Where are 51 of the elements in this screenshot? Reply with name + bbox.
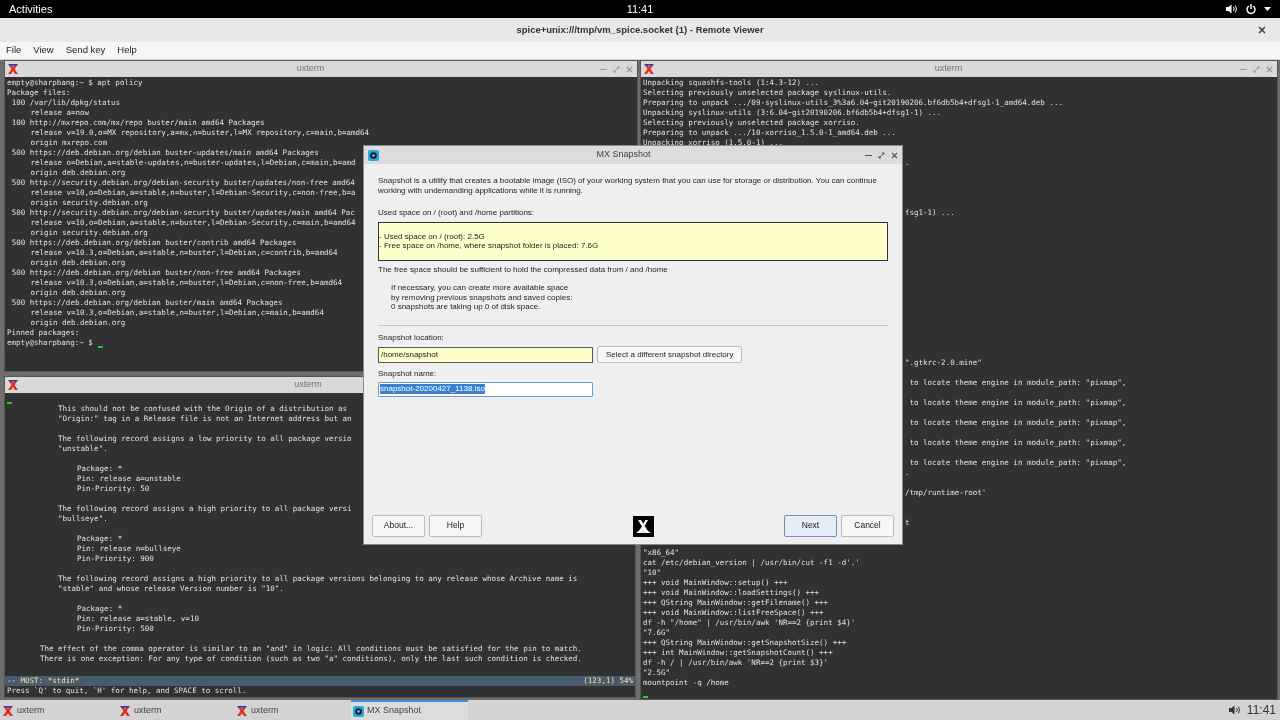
x-logo-icon [236, 705, 248, 717]
taskbar-item[interactable]: MX Snapshot [351, 700, 468, 720]
menu-item[interactable]: Send key [65, 43, 106, 58]
hint-line: If necessary, you can create more available space [391, 283, 570, 293]
menu-item[interactable]: Help [117, 43, 137, 58]
menu-item[interactable]: View [33, 43, 54, 58]
x-logo-icon [7, 379, 19, 391]
snapshot-name-field[interactable]: snapshot-20200427_1138.iso [378, 381, 593, 397]
hint-line: 0 snapshots are taking up 0 of disk space. [391, 302, 542, 312]
x-logo-icon [7, 63, 19, 75]
location-label: Snapshot location: [378, 332, 445, 342]
volume-icon[interactable] [1226, 4, 1238, 14]
power-icon[interactable] [1246, 3, 1256, 15]
hint-line: by removing previous snapshots and saved copies: [391, 292, 574, 302]
x-logo-icon [632, 515, 654, 537]
help-button[interactable]: Help [429, 515, 482, 537]
close-icon[interactable] [1258, 26, 1266, 34]
space-note: The free space should be sufficient to hold the compressed data from / and /home [378, 264, 669, 274]
about-button[interactable]: About... [372, 515, 425, 537]
taskbar-item[interactable]: uxterm [0, 700, 117, 720]
x-logo-icon [119, 705, 131, 717]
location-field[interactable]: /home/snapshot [378, 346, 593, 363]
dialog-title: MX Snapshot [595, 148, 652, 162]
x-logo-icon [2, 705, 14, 717]
close-icon[interactable] [891, 151, 898, 159]
next-button[interactable]: Next [784, 515, 837, 537]
name-label: Snapshot name: [378, 369, 438, 379]
intro-text: Snapshot is a utility that creates a bootable image (ISO) of your working system that you can use for storage or distribution. You can continue working with undemanding applications while it is running. [378, 176, 878, 195]
viewer-title: spice+unix:///tmp/vm_spice.socket (1) - Remote Viewer [516, 22, 764, 37]
caret-icon[interactable] [1264, 7, 1271, 11]
clock[interactable]: 11:41 [626, 0, 654, 18]
taskbar-clock: 11:41 [1246, 702, 1276, 719]
menu-item[interactable]: File [6, 43, 22, 58]
volume-icon[interactable] [1228, 705, 1241, 715]
maximize-icon[interactable] [878, 151, 885, 159]
terminal-cursor [643, 696, 648, 698]
window-title: uxterm [934, 62, 963, 76]
camera-lens-icon [353, 705, 364, 717]
cancel-button[interactable]: Cancel [841, 515, 894, 537]
camera-lens-icon [367, 149, 379, 161]
taskbar-item[interactable]: uxterm [117, 700, 234, 720]
usage-line: - Free space on /home, where snapshot folder is placed: 7.6G [379, 241, 600, 251]
terminal-cursor [7, 402, 12, 404]
select-directory-button[interactable]: Select a different snapshot directory [597, 346, 743, 363]
window-title: uxterm [296, 62, 325, 76]
used-space-label: Used space on / (root) and /home partitions: [378, 208, 536, 218]
x-logo-icon [643, 63, 655, 75]
activities-button[interactable]: Activities [9, 0, 53, 18]
window-title: uxterm [294, 378, 322, 392]
taskbar-item[interactable]: uxterm [234, 700, 351, 720]
usage-line: - Used space on / (root): 2.5G [379, 231, 486, 241]
